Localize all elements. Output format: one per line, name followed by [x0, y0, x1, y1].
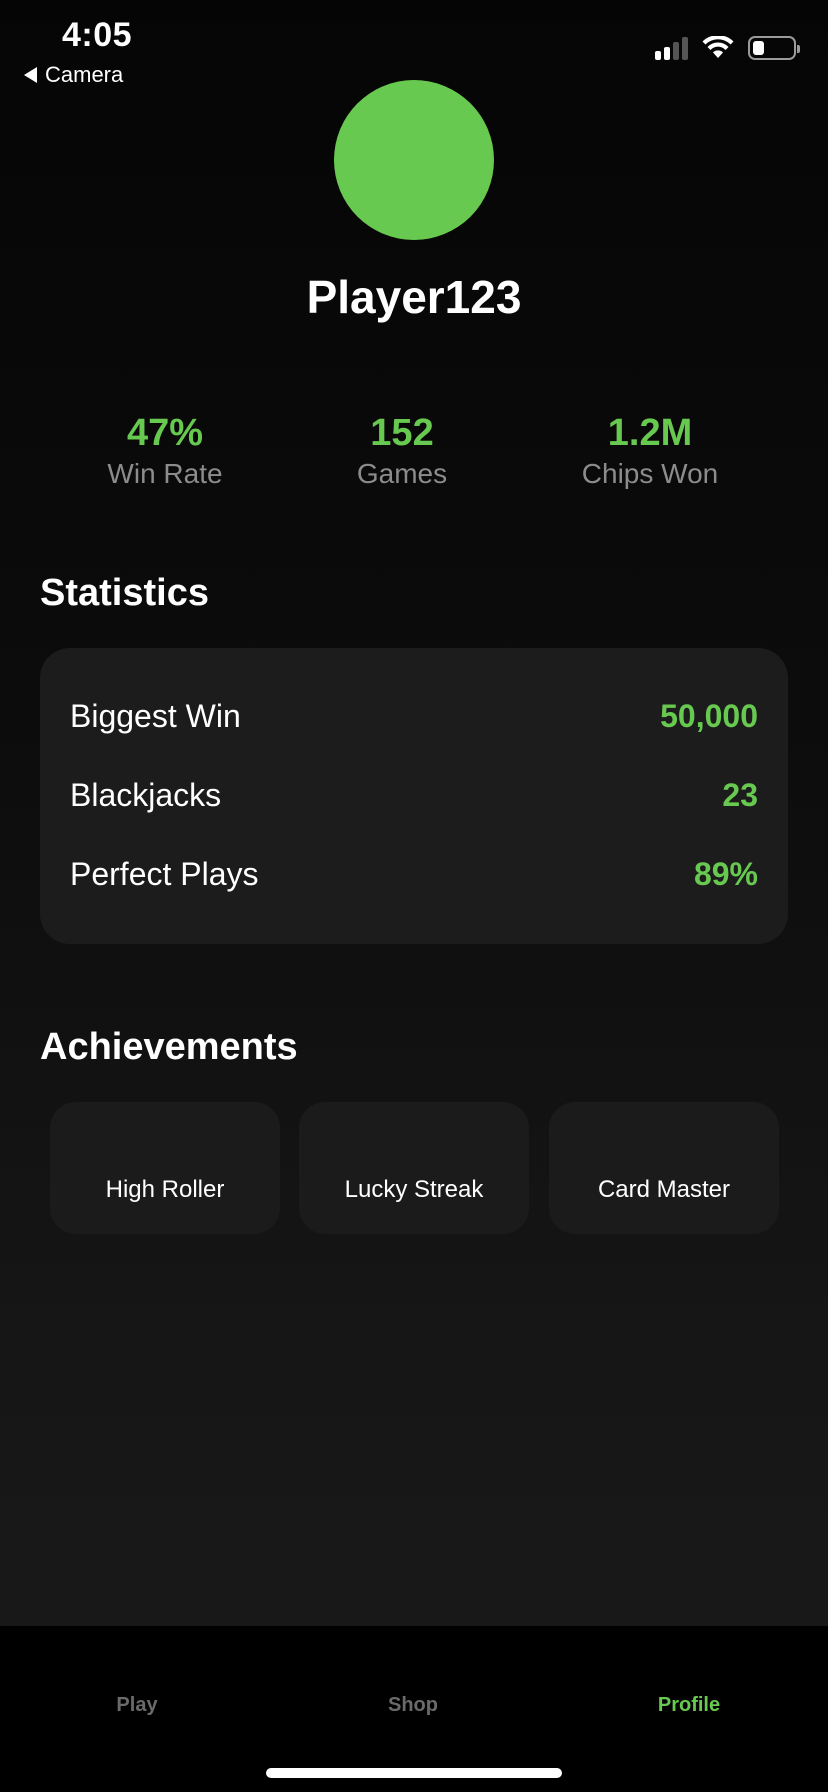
achievement-label: High Roller — [105, 1176, 225, 1203]
quick-stat-chips-won: 1.2M Chips Won — [520, 410, 780, 492]
achievement-card-master[interactable]: Card Master — [549, 1102, 779, 1234]
quick-stat-label: Win Rate — [107, 458, 223, 489]
battery-level-fill — [753, 41, 764, 55]
avatar[interactable] — [334, 80, 494, 240]
quick-stat-value: 1.2M — [607, 412, 693, 454]
back-to-camera-link[interactable]: Camera — [24, 62, 123, 88]
battery-icon — [748, 36, 800, 60]
profile-screen: 4:05 Camera Player123 47% Win Rate 152 G… — [0, 0, 828, 1792]
cellular-signal-icon — [655, 36, 688, 60]
tab-play[interactable]: Play — [37, 1694, 237, 1717]
quick-stat-label: Chips Won — [581, 458, 719, 489]
tab-profile[interactable]: Profile — [589, 1694, 789, 1717]
achievement-label: Card Master — [597, 1176, 731, 1203]
back-link-label: Camera — [45, 62, 124, 87]
status-time: 4:05 — [62, 16, 133, 54]
wifi-icon — [702, 36, 734, 58]
quick-stat-games: 152 Games — [272, 410, 532, 492]
back-arrow-icon — [24, 67, 37, 83]
stat-label: Biggest Win — [70, 697, 241, 734]
stat-value: 89% — [693, 855, 758, 892]
username: Player123 — [306, 271, 522, 323]
stat-row-blackjacks: Blackjacks 23 — [70, 765, 758, 825]
achievements-heading: Achievements — [40, 1026, 298, 1068]
quick-stat-value: 152 — [370, 412, 434, 454]
home-indicator[interactable] — [266, 1768, 562, 1778]
tab-shop[interactable]: Shop — [313, 1694, 513, 1717]
achievement-high-roller[interactable]: High Roller — [50, 1102, 280, 1234]
stat-row-perfect-plays: Perfect Plays 89% — [70, 844, 758, 904]
status-indicators — [655, 36, 800, 60]
statistics-card: Biggest Win 50,000 Blackjacks 23 Perfect… — [40, 648, 788, 944]
achievement-lucky-streak[interactable]: Lucky Streak — [299, 1102, 529, 1234]
stat-value: 23 — [722, 776, 758, 813]
stat-row-biggest-win: Biggest Win 50,000 — [70, 686, 758, 746]
achievement-label: Lucky Streak — [344, 1176, 484, 1203]
stat-value: 50,000 — [660, 697, 758, 734]
quick-stat-win-rate: 47% Win Rate — [35, 410, 295, 492]
quick-stat-value: 47% — [126, 412, 204, 454]
tab-bar: Play Shop Profile — [0, 1626, 828, 1792]
quick-stat-label: Games — [356, 458, 448, 489]
stat-label: Blackjacks — [70, 776, 222, 813]
stat-label: Perfect Plays — [70, 855, 259, 892]
statistics-heading: Statistics — [40, 572, 209, 614]
